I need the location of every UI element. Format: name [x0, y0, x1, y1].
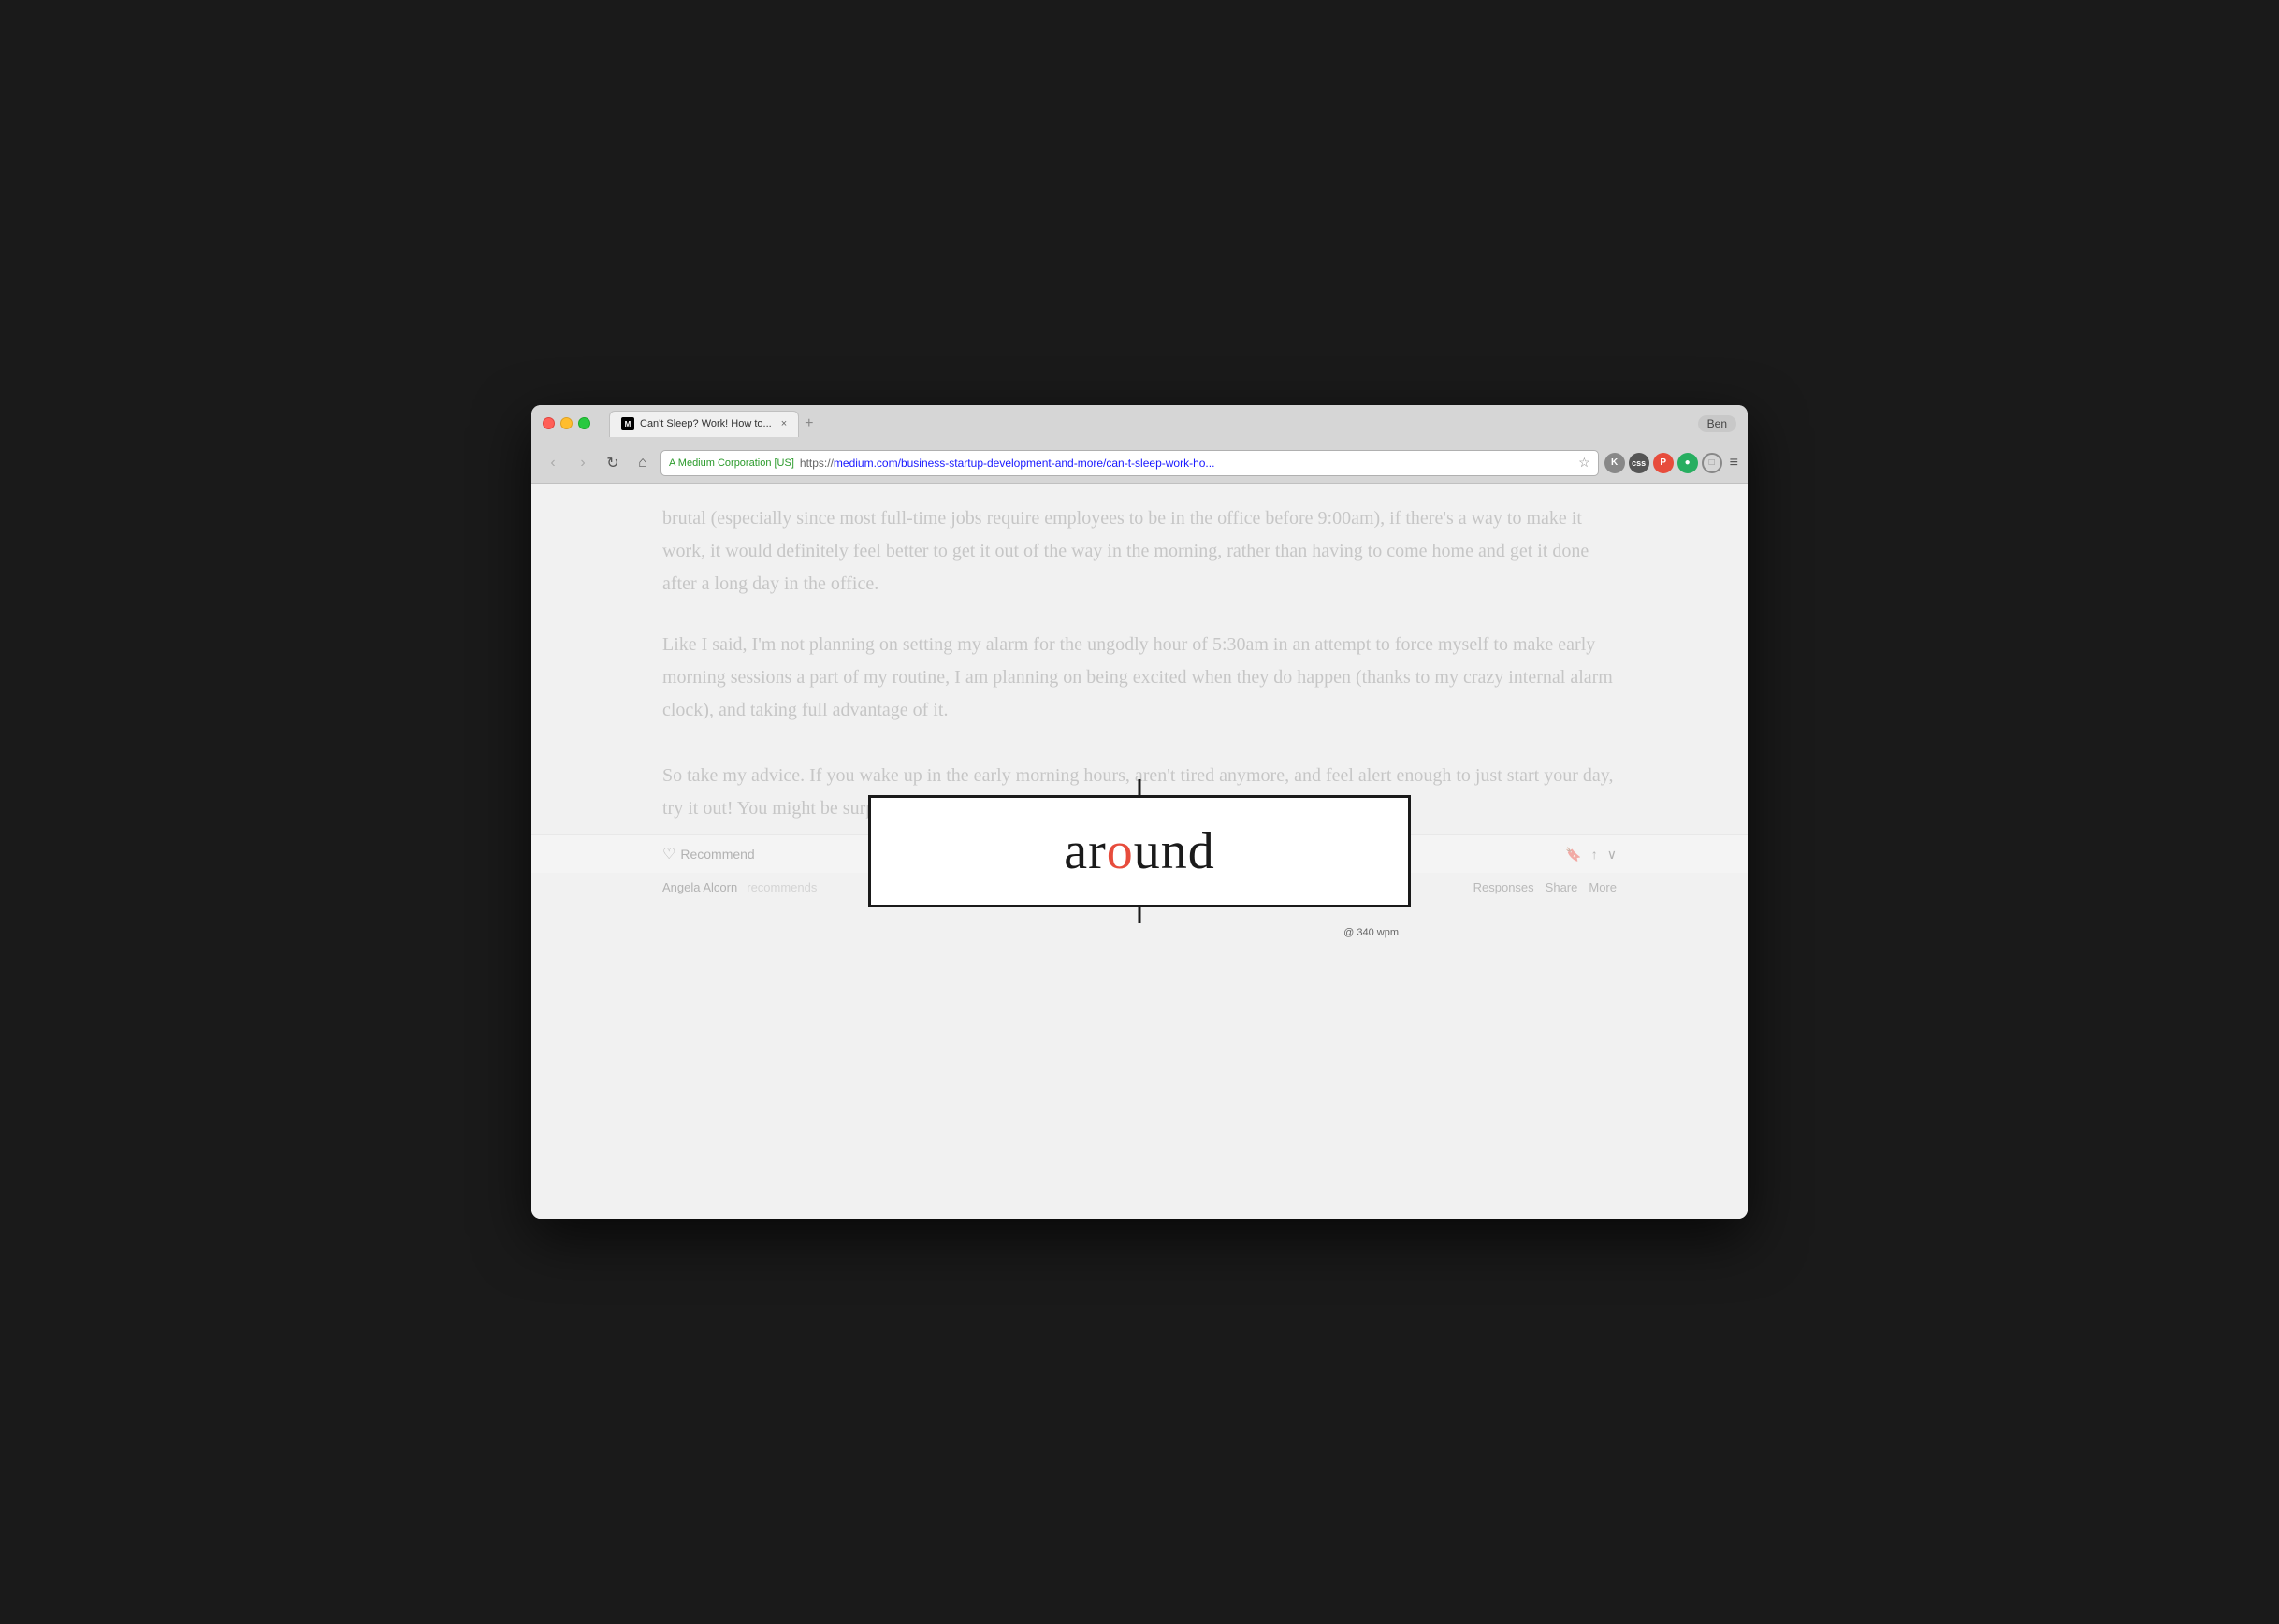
tab-label: Can't Sleep? Work! How to... [640, 418, 772, 429]
bookmark-star-icon[interactable]: ☆ [1578, 455, 1590, 471]
active-tab[interactable]: M Can't Sleep? Work! How to... × [609, 411, 799, 437]
title-bar: M Can't Sleep? Work! How to... × + Ben [531, 405, 1748, 442]
ssl-badge: A Medium Corporation [US] [669, 457, 794, 469]
toolbar: ‹ › ↻ ⌂ A Medium Corporation [US] https:… [531, 442, 1748, 484]
speed-reader-box[interactable]: around @ 340 wpm [868, 795, 1411, 907]
menu-button[interactable]: ≡ [1730, 455, 1738, 471]
home-button[interactable]: ⌂ [631, 451, 655, 475]
ghost-extension-icon[interactable]: □ [1702, 453, 1722, 473]
word-focus-letter: o [1107, 821, 1134, 881]
new-tab-button[interactable]: + [805, 416, 813, 431]
minimize-button[interactable] [560, 417, 573, 429]
close-button[interactable] [543, 417, 555, 429]
speed-reader-word: around [1064, 821, 1215, 881]
refresh-button[interactable]: ↻ [601, 451, 625, 475]
producthunt-extension-icon[interactable]: P [1653, 453, 1674, 473]
forward-button[interactable]: › [571, 451, 595, 475]
pocket-extension-icon[interactable]: K [1604, 453, 1625, 473]
url-path: /business-startup-development-and-more/c… [898, 457, 1215, 470]
profile-button[interactable]: Ben [1698, 415, 1736, 432]
url-https: https:// [800, 457, 834, 470]
browser-window: M Can't Sleep? Work! How to... × + Ben ‹… [531, 405, 1748, 1219]
traffic-lights [543, 417, 590, 429]
word-part-before: ar [1064, 821, 1107, 881]
speed-reader-container: around @ 340 wpm [868, 795, 1411, 907]
url-domain: medium.com [834, 457, 898, 470]
tab-bar: M Can't Sleep? Work! How to... × + [609, 411, 1691, 437]
css-extension-icon[interactable]: css [1629, 453, 1649, 473]
address-bar[interactable]: A Medium Corporation [US] https://medium… [660, 450, 1599, 476]
maximize-button[interactable] [578, 417, 590, 429]
wpm-badge: @ 340 wpm [1343, 927, 1399, 938]
content-area: brutal (especially since most full-time … [531, 484, 1748, 1219]
green-extension-icon[interactable]: ● [1677, 453, 1698, 473]
tab-close-button[interactable]: × [781, 418, 787, 429]
tab-favicon: M [621, 417, 634, 430]
word-part-after: und [1134, 821, 1215, 881]
back-button[interactable]: ‹ [541, 451, 565, 475]
speed-reader-overlay: around @ 340 wpm [531, 484, 1748, 1219]
url-display: https://medium.com/business-startup-deve… [800, 457, 1573, 470]
extensions-area: K css P ● □ [1604, 453, 1722, 473]
